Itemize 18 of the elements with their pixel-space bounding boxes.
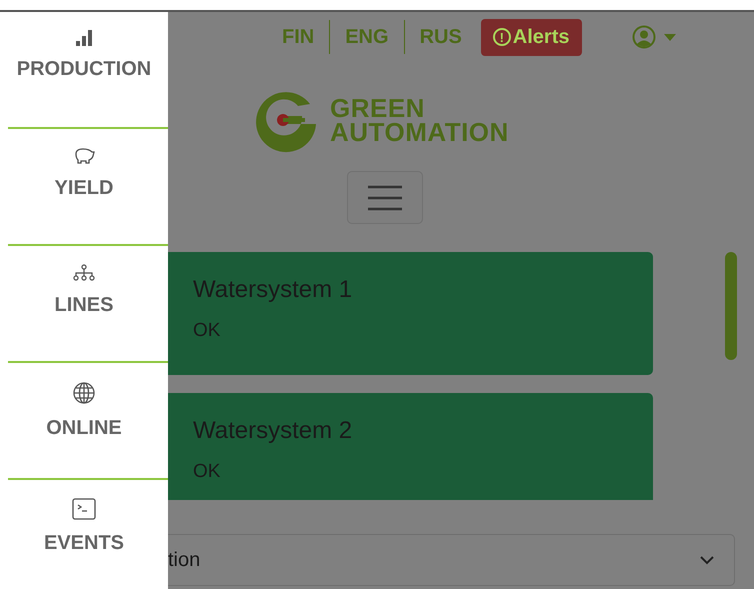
system-name: Watersystem 1 <box>193 276 354 304</box>
system-name: Watersystem 2 <box>193 417 354 445</box>
globe-icon <box>72 381 96 405</box>
logo-text: GREEN AUTOMATION <box>330 96 509 144</box>
scrollbar-thumb[interactable] <box>725 252 737 360</box>
select-field[interactable]: tion <box>168 534 735 586</box>
terminal-icon <box>72 498 96 520</box>
bar-chart-icon <box>74 30 94 46</box>
sitemap-icon <box>73 264 95 282</box>
menu-icon <box>367 184 403 210</box>
user-menu-button[interactable] <box>632 25 676 49</box>
system-status: OK <box>193 320 222 342</box>
user-icon <box>632 25 656 49</box>
caret-icon <box>664 34 676 40</box>
menu-button[interactable] <box>347 171 423 224</box>
chevron-down-icon <box>700 556 714 564</box>
system-status: OK <box>193 461 222 483</box>
alerts-button[interactable]: ! Alerts <box>480 18 582 56</box>
